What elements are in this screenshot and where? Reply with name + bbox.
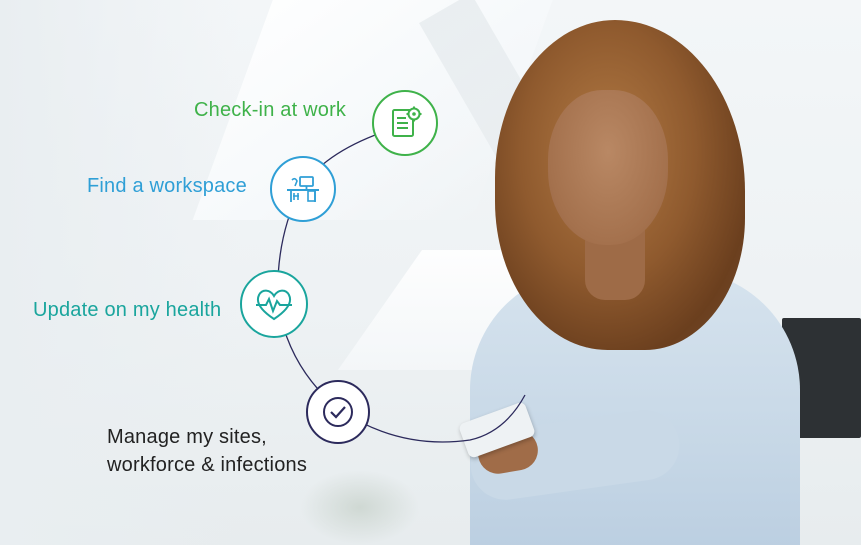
health-node[interactable] xyxy=(240,270,308,338)
workspace-label: Find a workspace xyxy=(87,175,247,197)
checkin-label: Check-in at work xyxy=(194,99,347,121)
check-circle-icon xyxy=(323,397,353,427)
manage-label-line2: workforce & infections xyxy=(107,454,308,476)
manage-label-line1: Manage my sites, xyxy=(107,426,267,448)
checkin-form-icon xyxy=(392,106,422,137)
heart-pulse-icon xyxy=(256,289,292,321)
hero-banner: Check-in at work Find a workspace Update… xyxy=(0,0,861,545)
health-label: Update on my health xyxy=(33,299,222,321)
manage-node[interactable] xyxy=(306,380,370,444)
checkin-node[interactable] xyxy=(372,90,438,156)
workspace-node[interactable] xyxy=(270,156,336,222)
workspace-desk-icon xyxy=(287,176,319,202)
